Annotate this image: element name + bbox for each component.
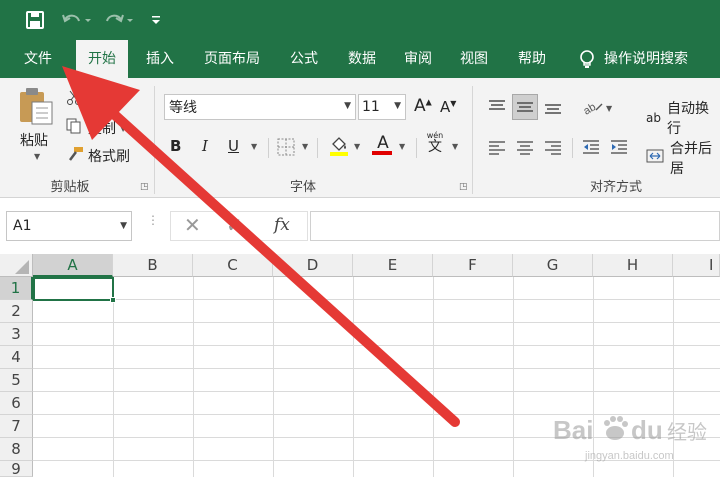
svg-text:Bai: Bai [553, 415, 593, 445]
baidu-watermark: Bai du 经验 jingyan.baidu.com [545, 405, 715, 465]
svg-text:du: du [631, 415, 663, 445]
svg-text:经验: 经验 [667, 420, 707, 444]
svg-text:jingyan.baidu.com: jingyan.baidu.com [584, 450, 674, 462]
baidu-logo-icon: Bai du 经验 jingyan.baidu.com [553, 415, 707, 462]
